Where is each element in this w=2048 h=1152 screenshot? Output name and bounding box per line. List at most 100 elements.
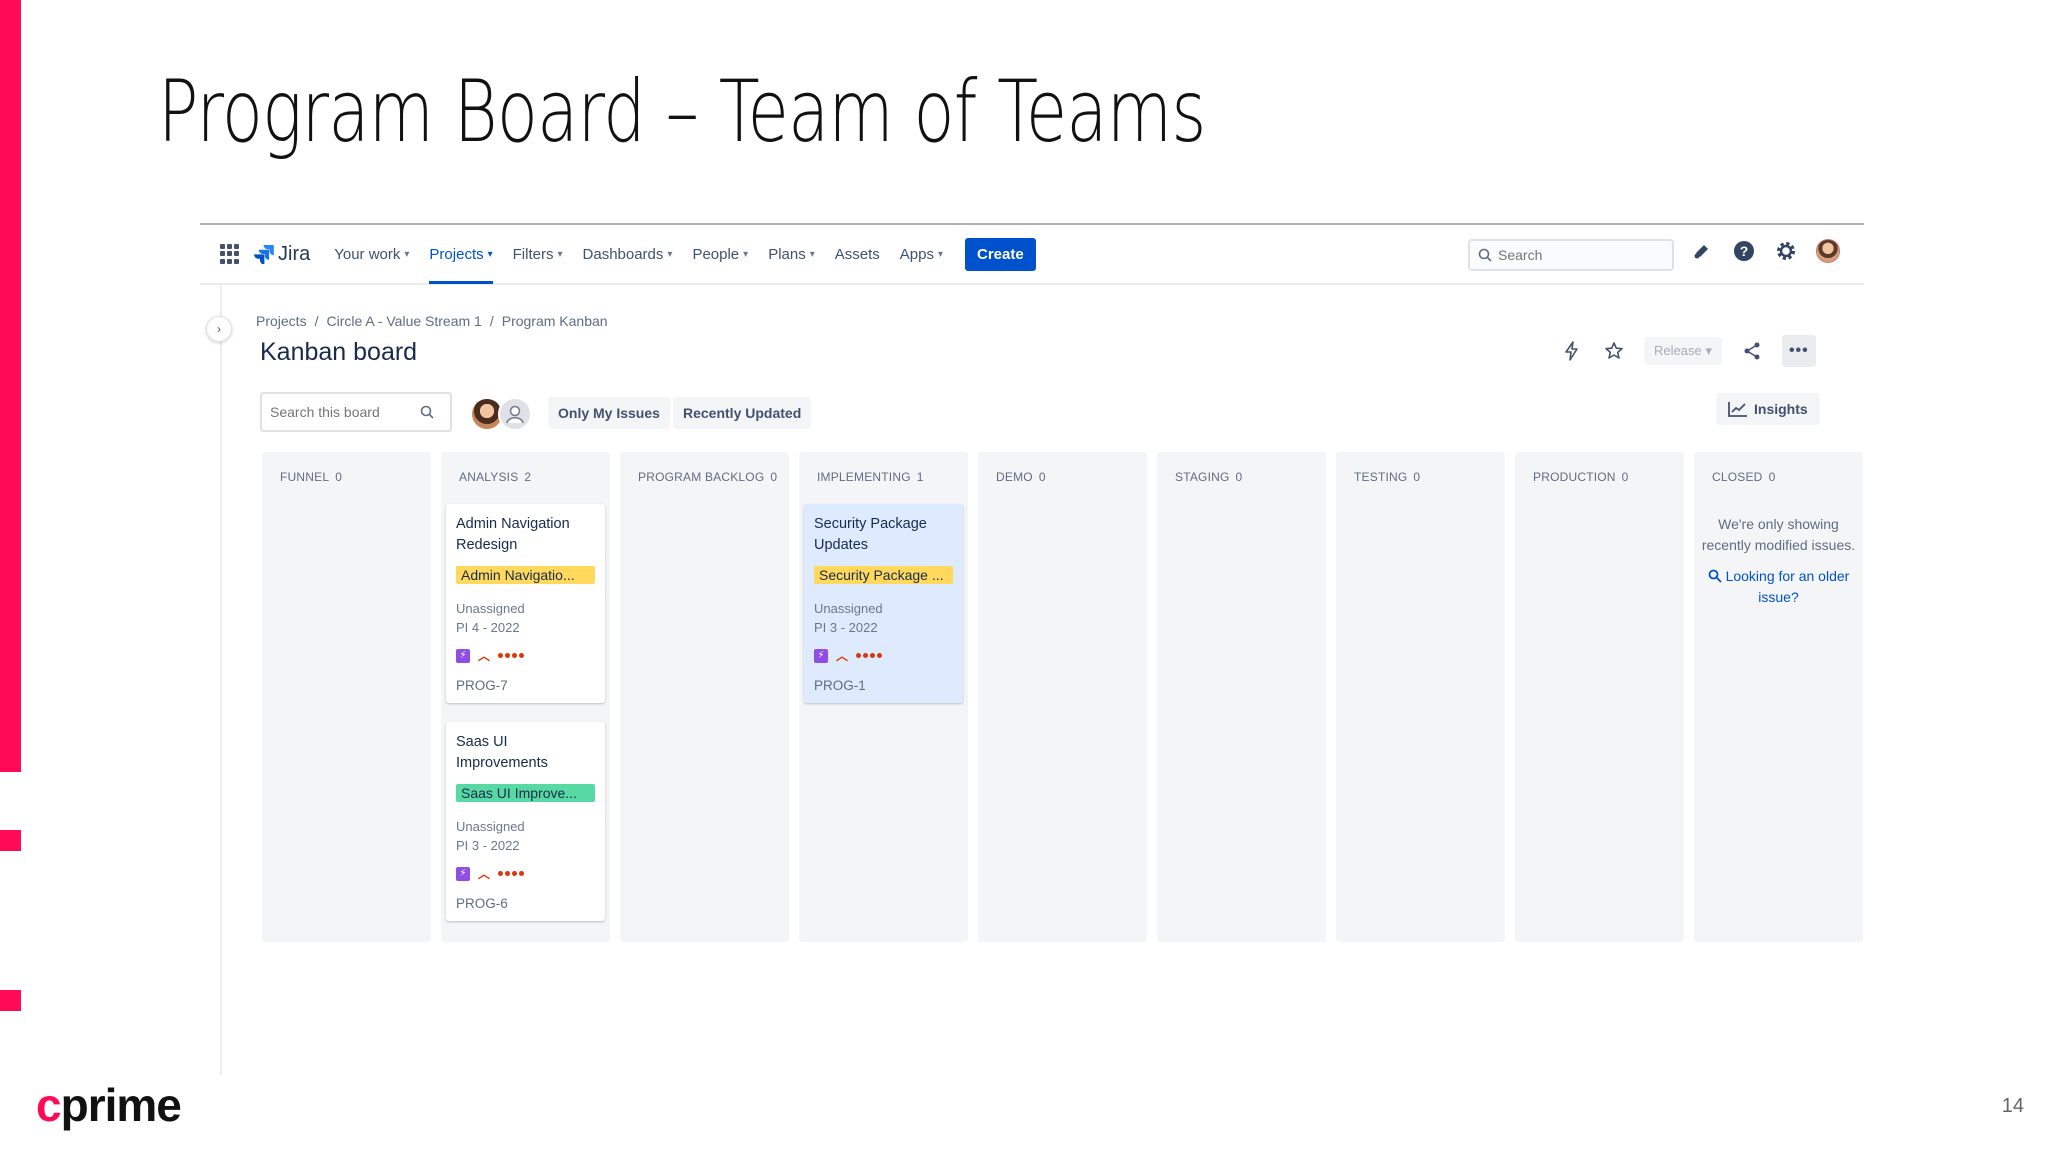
card-icons: ⚡ ︿ bbox=[456, 647, 595, 664]
insights-label: Insights bbox=[1754, 401, 1808, 417]
column-header: PROGRAM BACKLOG 0 bbox=[638, 470, 778, 484]
svg-text:?: ? bbox=[1740, 243, 1749, 259]
column-header: IMPLEMENTING 1 bbox=[817, 470, 924, 484]
jira-logo-icon bbox=[254, 245, 274, 264]
column-analysis[interactable]: ANALYSIS 2 Admin Navigation Redesign Admi… bbox=[441, 452, 610, 942]
story-points-dots-icon bbox=[498, 653, 525, 658]
older-issue-link[interactable]: Looking for an older issue? bbox=[1694, 566, 1863, 608]
help-icon[interactable]: ? bbox=[1732, 239, 1756, 263]
notifications-icon[interactable] bbox=[1690, 239, 1714, 263]
column-implementing[interactable]: IMPLEMENTING 1 Security Package Updates S… bbox=[799, 452, 968, 942]
issue-card-prog-1[interactable]: Security Package Updates Security Packag… bbox=[804, 504, 963, 703]
card-icons: ⚡ ︿ bbox=[456, 865, 595, 882]
nav-right-actions: ? bbox=[1690, 239, 1840, 263]
nav-people[interactable]: People ▾ bbox=[692, 224, 748, 284]
jira-app-name: Jira bbox=[278, 242, 311, 265]
chevron-down-icon: ▾ bbox=[1705, 343, 1712, 358]
column-header: STAGING 0 bbox=[1175, 470, 1243, 484]
board-title: Kanban board bbox=[260, 338, 418, 366]
card-pi: PI 4 - 2022 bbox=[456, 620, 520, 635]
nav-projects[interactable]: Projects ▾ bbox=[429, 224, 493, 284]
share-icon[interactable] bbox=[1740, 339, 1764, 363]
feature-type-icon: ⚡ bbox=[456, 866, 470, 881]
slide-accent-block bbox=[0, 990, 21, 1011]
card-meta: Unassigned PI 3 - 2022 bbox=[814, 599, 953, 637]
nav-apps[interactable]: Apps ▾ bbox=[900, 224, 943, 284]
card-assignee: Unassigned bbox=[456, 819, 525, 834]
nav-assets-label: Assets bbox=[834, 245, 880, 263]
story-points-dots-icon bbox=[856, 653, 883, 658]
create-button[interactable]: Create bbox=[965, 237, 1036, 271]
closed-info-text: We're only showing recently modified iss… bbox=[1701, 516, 1856, 553]
chevron-down-icon: ▾ bbox=[809, 248, 815, 260]
sidebar-expand-chevron-icon[interactable]: › bbox=[206, 316, 232, 342]
card-pi: PI 3 - 2022 bbox=[456, 838, 520, 853]
nav-projects-label: Projects bbox=[429, 245, 484, 263]
global-search-input[interactable] bbox=[1498, 247, 1648, 263]
column-header: CLOSED 0 bbox=[1712, 470, 1776, 484]
search-icon bbox=[1708, 569, 1722, 583]
nav-your-work[interactable]: Your work ▾ bbox=[334, 224, 409, 284]
nav-dashboards[interactable]: Dashboards ▾ bbox=[583, 224, 673, 284]
settings-gear-icon[interactable] bbox=[1774, 239, 1798, 263]
only-my-issues-filter[interactable]: Only My Issues bbox=[548, 397, 670, 429]
cprime-logo: cprime bbox=[36, 1079, 182, 1131]
column-production[interactable]: PRODUCTION 0 bbox=[1515, 452, 1684, 942]
unassigned-avatar[interactable] bbox=[498, 397, 532, 431]
chevron-down-icon: ▾ bbox=[404, 248, 410, 260]
chevron-down-icon: ▾ bbox=[937, 248, 943, 260]
card-title: Admin Navigation Redesign bbox=[456, 516, 570, 553]
jira-logo[interactable]: Jira bbox=[254, 243, 310, 266]
column-testing[interactable]: TESTING 0 bbox=[1336, 452, 1505, 942]
assignee-avatars bbox=[470, 397, 532, 431]
story-points-dots-icon bbox=[498, 871, 525, 876]
breadcrumb-value-stream[interactable]: Circle A - Value Stream 1 bbox=[326, 313, 481, 329]
lightning-automation-icon[interactable] bbox=[1560, 339, 1584, 363]
search-icon bbox=[420, 405, 434, 419]
nav-plans[interactable]: Plans ▾ bbox=[768, 224, 815, 284]
card-key: PROG-7 bbox=[456, 678, 508, 693]
release-button[interactable]: Release ▾ bbox=[1644, 337, 1722, 365]
nav-filters[interactable]: Filters ▾ bbox=[513, 224, 563, 284]
nav-assets[interactable]: Assets bbox=[835, 224, 880, 284]
older-issue-link-text: Looking for an older issue? bbox=[1725, 568, 1850, 605]
priority-high-icon: ︿ bbox=[478, 649, 491, 663]
star-icon[interactable] bbox=[1602, 339, 1626, 363]
more-actions-icon[interactable]: ••• bbox=[1781, 335, 1816, 367]
chevron-down-icon: ▾ bbox=[743, 248, 749, 260]
column-demo[interactable]: DEMO 0 bbox=[978, 452, 1147, 942]
breadcrumb: Projects / Circle A - Value Stream 1/Progr… bbox=[256, 313, 608, 329]
app-switcher-icon[interactable] bbox=[220, 244, 240, 264]
card-meta: Unassigned PI 3 - 2022 bbox=[456, 817, 595, 855]
column-header: DEMO 0 bbox=[996, 470, 1046, 484]
card-pi: PI 3 - 2022 bbox=[814, 620, 878, 635]
global-search[interactable] bbox=[1468, 239, 1674, 271]
card-key: PROG-1 bbox=[814, 678, 866, 693]
card-title: Security Package Updates bbox=[814, 516, 927, 553]
sidebar-edge bbox=[220, 285, 222, 1075]
board-search[interactable] bbox=[260, 392, 452, 432]
breadcrumb-program-kanban[interactable]: Program Kanban bbox=[502, 313, 608, 329]
person-icon bbox=[506, 405, 524, 424]
epic-label: Security Package ... bbox=[814, 566, 953, 584]
column-closed[interactable]: CLOSED 0 We're only showing recently modi… bbox=[1694, 452, 1863, 942]
column-header: FUNNEL 0 bbox=[280, 470, 343, 484]
board-header-actions: Release ▾ ••• bbox=[1560, 335, 1816, 367]
column-header: PRODUCTION 0 bbox=[1533, 470, 1629, 484]
epic-label: Saas UI Improve... bbox=[456, 784, 595, 802]
insights-button[interactable]: Insights bbox=[1716, 393, 1820, 425]
board-search-input[interactable] bbox=[270, 404, 420, 420]
user-avatar[interactable] bbox=[1816, 239, 1840, 263]
kanban-columns: FUNNEL 0 ANALYSIS 2 Admin Navigation Redes… bbox=[262, 452, 1863, 942]
priority-high-icon: ︿ bbox=[836, 649, 849, 663]
nav-apps-label: Apps bbox=[899, 245, 934, 263]
breadcrumb-projects[interactable]: Projects bbox=[256, 313, 307, 329]
feature-type-icon: ⚡ bbox=[456, 648, 470, 663]
chevron-down-icon: ▾ bbox=[557, 248, 563, 260]
issue-card-prog-6[interactable]: Saas UI Improvements Saas UI Improve... … bbox=[446, 722, 605, 921]
column-funnel[interactable]: FUNNEL 0 bbox=[262, 452, 431, 942]
issue-card-prog-7[interactable]: Admin Navigation Redesign Admin Navigati… bbox=[446, 504, 605, 703]
column-program-backlog[interactable]: PROGRAM BACKLOG 0 bbox=[620, 452, 789, 942]
column-staging[interactable]: STAGING 0 bbox=[1157, 452, 1326, 942]
recently-updated-filter[interactable]: Recently Updated bbox=[673, 397, 812, 429]
